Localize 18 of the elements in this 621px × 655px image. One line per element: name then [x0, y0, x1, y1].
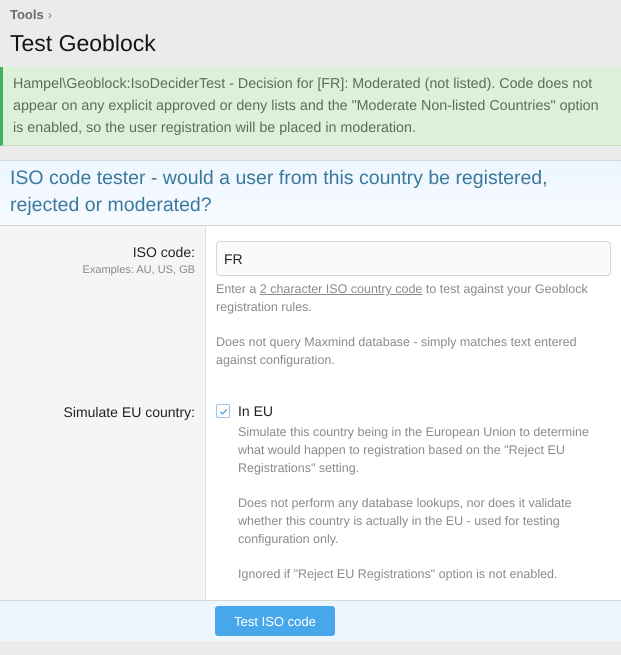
page-title: Test Geoblock — [10, 30, 157, 57]
explain-text: Simulate this country being in the European Union to determine what would happen to registration based on the "Reject EU Registrations" setting. — [238, 424, 590, 477]
explain-text: Does not perform any database lookups, nor does it validate whether this country is actually in the EU - used for testing configuration only. — [238, 495, 573, 548]
explain-text: Ignored if "Reject EU Registrations" option is not enabled. — [238, 566, 558, 583]
explain-link[interactable]: 2 character ISO country code — [260, 282, 422, 296]
field-label: Simulate EU country: — [64, 404, 195, 420]
checkbox-label[interactable]: In EU — [238, 403, 274, 419]
breadcrumb-link[interactable]: Tools — [10, 7, 44, 22]
explain-text: Enter a 2 character ISO country code to test against your Geoblock registration rules. — [216, 281, 589, 316]
iso-code-field[interactable]: FR — [216, 241, 611, 276]
field-label: ISO code: — [132, 244, 195, 260]
success-message: Hampel\Geoblock:IsoDeciderTest - Decision for [FR]: Moderated (not listed). Code does not appear on any explicit approved or deny lists and the "Moderate Non-listed Countries" option is enabled, so the user registration will be placed in moderation. — [0, 67, 621, 146]
chevron-icon: › — [48, 7, 52, 22]
explain-text: Does not query Maxmind database - simply matches text entered against configuration. — [216, 334, 578, 369]
field-hint: Examples: AU, US, GB — [82, 264, 195, 276]
section-heading: ISO code tester - would a user from this country be registered, rejected or moderated? — [0, 161, 621, 226]
checkbox[interactable] — [216, 404, 230, 418]
submit-button[interactable]: Test ISO code — [215, 606, 335, 636]
